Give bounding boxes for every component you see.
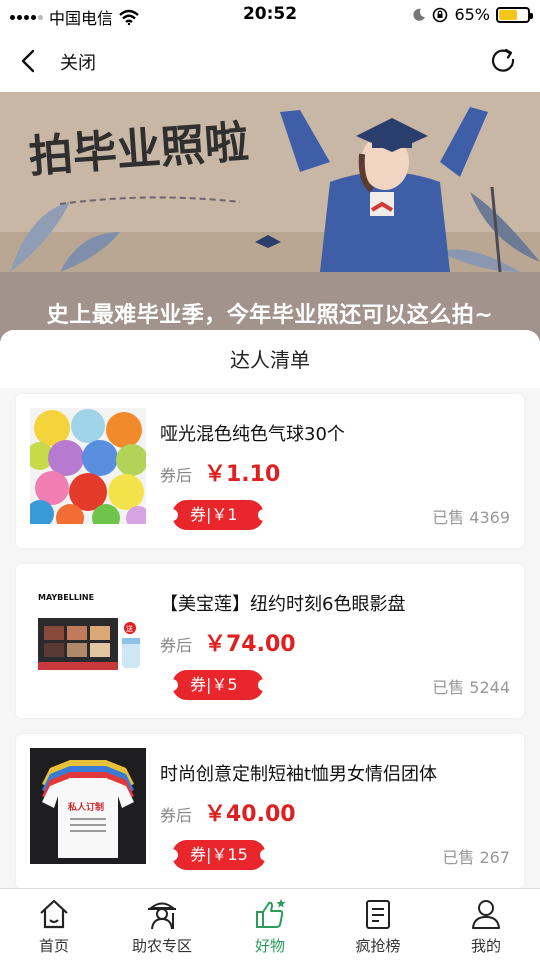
home-icon <box>40 899 68 929</box>
rotation-lock-icon <box>433 7 448 22</box>
product-price: ￥1.10 <box>204 462 281 487</box>
thumb-brand-text: MAYBELLINE <box>38 593 94 602</box>
article-headline: 史上最难毕业季，今年毕业照还可以这么拍~ <box>46 303 494 328</box>
product-name: 【美宝莲】纽约时刻6色眼影盘 <box>160 594 406 615</box>
tab-label: 疯抢榜 <box>355 937 401 955</box>
sold-count: 已售 267 <box>442 848 510 867</box>
coupon-badge[interactable]: 券|￥1 <box>166 500 270 530</box>
tab-farm-support[interactable]: 助农专区 <box>108 889 216 960</box>
thumbs-up-icon <box>256 899 286 928</box>
expert-list-sheet: 达人清单 哑光混色纯色气球30个 券后 ￥1.10 券|￥1 已售 4369 M… <box>0 330 540 888</box>
tab-label: 我的 <box>470 937 501 955</box>
tab-mine[interactable]: 我的 <box>432 889 540 960</box>
after-coupon-label: 券后 <box>160 466 193 485</box>
tab-label: 助农专区 <box>131 937 192 955</box>
back-arrow-icon[interactable] <box>14 46 44 76</box>
product-card[interactable]: 哑光混色纯色气球30个 券后 ￥1.10 券|￥1 已售 4369 <box>16 394 524 548</box>
product-name: 时尚创意定制短袖t恤男女情侣团体 <box>160 764 438 785</box>
battery-icon <box>496 6 533 23</box>
list-icon <box>366 900 390 929</box>
tab-good-stuff[interactable]: 好物 <box>216 889 324 960</box>
after-coupon-label: 券后 <box>160 636 193 655</box>
refresh-icon[interactable] <box>490 47 518 75</box>
product-name: 哑光混色纯色气球30个 <box>160 424 345 445</box>
battery-percent: 65% <box>454 5 490 24</box>
product-price: ￥40.00 <box>204 802 296 827</box>
farmer-icon <box>148 902 176 930</box>
tab-label: 好物 <box>254 937 285 955</box>
status-right: 65% <box>412 5 533 24</box>
coupon-badge[interactable]: 券|￥5 <box>166 670 270 700</box>
product-image-balloons <box>30 408 146 524</box>
tab-label: 首页 <box>38 937 69 955</box>
close-button[interactable]: 关闭 <box>60 49 96 75</box>
user-icon <box>472 900 500 929</box>
tab-home[interactable]: 首页 <box>0 889 108 960</box>
article-banner[interactable]: 拍毕业照啦 史上最难毕业季，今年毕业照还可以这么拍~ <box>0 92 540 342</box>
status-bar: 中国电信 20:52 65% <box>0 0 540 30</box>
thumb-gift-text: 送 <box>126 624 133 633</box>
moon-icon <box>413 8 426 21</box>
sold-count: 已售 4369 <box>432 508 510 527</box>
tab-hot-list[interactable]: 疯抢榜 <box>324 889 432 960</box>
sold-count: 已售 5244 <box>432 678 510 697</box>
coupon-badge[interactable]: 券|￥15 <box>166 840 272 870</box>
product-price: ￥74.00 <box>204 632 296 657</box>
nav-bar: 关闭 <box>0 30 540 92</box>
product-image-tshirt: 私人订制 <box>30 748 146 864</box>
bottom-tab-bar: 首页 助农专区 好物 疯抢榜 我的 <box>0 888 540 960</box>
product-card[interactable]: 私人订制 时尚创意定制短袖t恤男女情侣团体 券后 ￥40.00 券|￥15 已售… <box>16 734 524 888</box>
thumb-tshirt-text: 私人订制 <box>67 801 104 813</box>
sheet-title: 达人清单 <box>0 330 540 388</box>
product-card[interactable]: MAYBELLINE 送 【美宝莲】纽约时刻6色眼影盘 券后 ￥74.00 券|… <box>16 564 524 718</box>
product-image-eyeshadow: MAYBELLINE 送 <box>30 578 146 694</box>
graduation-illustration: 拍毕业照啦 <box>0 92 540 272</box>
after-coupon-label: 券后 <box>160 806 193 825</box>
